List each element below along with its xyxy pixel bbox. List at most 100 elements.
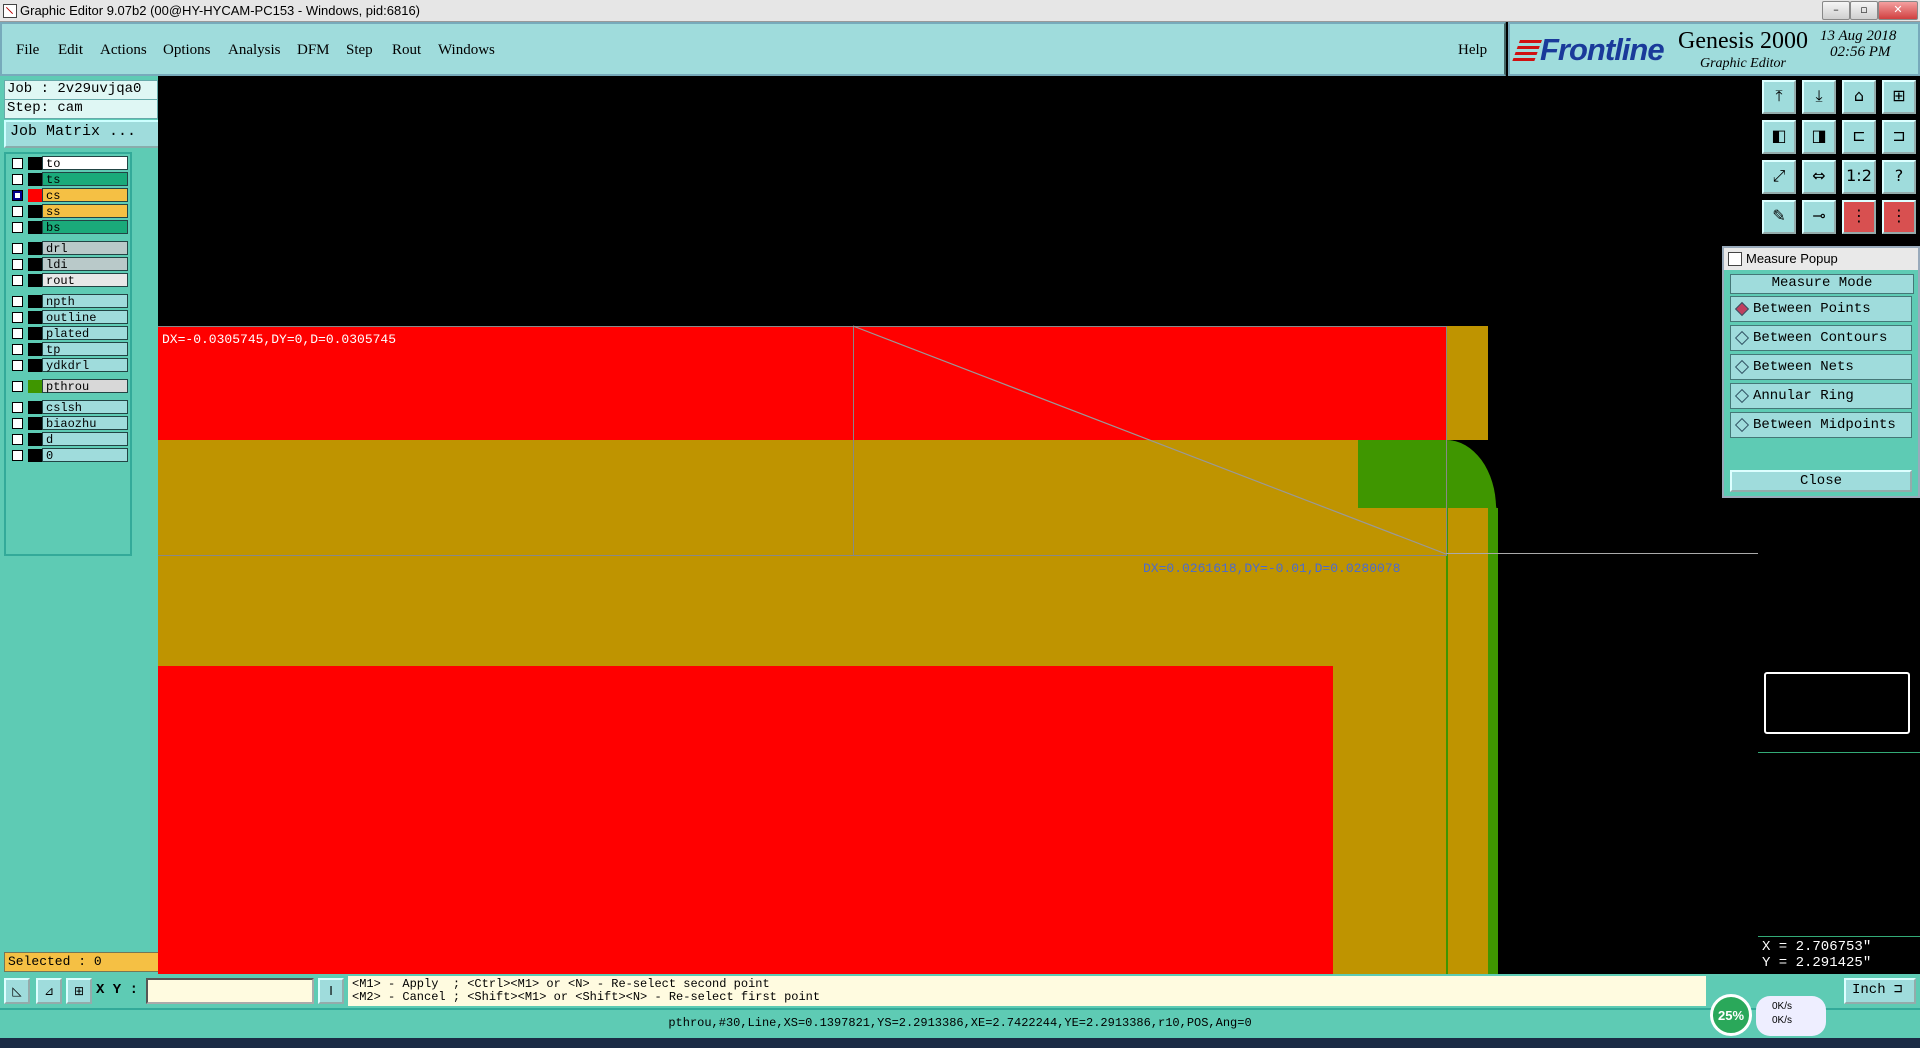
tool-button-5[interactable]: ◨ [1802, 120, 1836, 154]
layer-checkbox[interactable] [12, 296, 23, 307]
tool-button-7[interactable]: ⊐ [1882, 120, 1916, 154]
measure-option[interactable]: Annular Ring [1730, 383, 1912, 409]
measure-close-button[interactable]: Close [1730, 470, 1912, 492]
layer-row[interactable]: tp [6, 342, 130, 357]
layer-checkbox[interactable] [12, 222, 23, 233]
layer-row[interactable]: cslsh [6, 400, 130, 415]
layer-name[interactable]: ss [42, 204, 128, 219]
snap-icon[interactable]: ◺ [4, 978, 30, 1004]
radio-diamond-icon[interactable] [1734, 301, 1750, 317]
layer-name[interactable]: to [42, 156, 128, 171]
layer-row[interactable]: npth [6, 294, 130, 309]
layer-checkbox[interactable] [12, 381, 23, 392]
layer-checkbox[interactable] [12, 328, 23, 339]
job-matrix-button[interactable]: Job Matrix ... [4, 120, 162, 148]
layer-name[interactable]: ldi [42, 257, 128, 272]
layer-name[interactable]: rout [42, 273, 128, 288]
menu-windows[interactable]: Windows [438, 42, 495, 59]
text-cursor-icon[interactable]: I [318, 978, 344, 1004]
layer-checkbox[interactable] [12, 434, 23, 445]
layer-row[interactable]: pthrou [6, 379, 130, 394]
measure-option[interactable]: Between Midpoints [1730, 412, 1912, 438]
layer-name[interactable]: d [42, 432, 128, 447]
tool-button-9[interactable]: ⇔ [1802, 160, 1836, 194]
tool-button-10[interactable]: 1:2 [1842, 160, 1876, 194]
tool-button-2[interactable]: ⌂ [1842, 80, 1876, 114]
measure-option[interactable]: Between Nets [1730, 354, 1912, 380]
layer-name[interactable]: ydkdrl [42, 358, 128, 373]
layer-row[interactable]: bs [6, 220, 130, 235]
layer-checkbox[interactable] [12, 312, 23, 323]
tool-button-14[interactable]: ⋮ [1842, 200, 1876, 234]
layer-row[interactable]: biaozhu [6, 416, 130, 431]
minimize-button[interactable]: – [1822, 1, 1850, 20]
layer-checkbox[interactable] [12, 344, 23, 355]
layer-row[interactable]: 0 [6, 448, 130, 463]
layer-name[interactable]: ts [42, 172, 128, 187]
layer-checkbox[interactable] [12, 418, 23, 429]
layer-checkbox[interactable] [12, 450, 23, 461]
close-window-button[interactable]: ✕ [1878, 1, 1918, 20]
xy-input[interactable] [146, 978, 314, 1004]
layer-row[interactable]: cs [6, 188, 130, 203]
menu-options[interactable]: Options [163, 42, 211, 59]
layer-checkbox[interactable] [12, 402, 23, 413]
tool-button-15[interactable]: ⋮ [1882, 200, 1916, 234]
tool-button-1[interactable]: ⤓ [1802, 80, 1836, 114]
overview-window[interactable] [1764, 672, 1910, 734]
layer-name[interactable]: 0 [42, 448, 128, 463]
tool-button-6[interactable]: ⊏ [1842, 120, 1876, 154]
layer-name[interactable]: biaozhu [42, 416, 128, 431]
layer-name[interactable]: outline [42, 310, 128, 325]
layer-row[interactable]: drl [6, 241, 130, 256]
maximize-button[interactable]: ▫ [1850, 1, 1878, 20]
radio-diamond-icon[interactable] [1734, 359, 1750, 375]
menu-analysis[interactable]: Analysis [228, 42, 281, 59]
layer-checkbox[interactable] [12, 275, 23, 286]
layer-name[interactable]: pthrou [42, 379, 128, 394]
layer-checkbox[interactable] [12, 174, 23, 185]
layer-row[interactable]: ldi [6, 257, 130, 272]
measure-option[interactable]: Between Points [1730, 296, 1912, 322]
layer-row[interactable]: d [6, 432, 130, 447]
radio-diamond-icon[interactable] [1734, 417, 1750, 433]
layer-checkbox[interactable] [12, 259, 23, 270]
layer-row[interactable]: ts [6, 172, 130, 187]
menu-actions[interactable]: Actions [100, 42, 147, 59]
tool-button-12[interactable]: ✎ [1762, 200, 1796, 234]
layer-name[interactable]: plated [42, 326, 128, 341]
layer-name[interactable]: cs [42, 188, 128, 203]
tool-button-4[interactable]: ◧ [1762, 120, 1796, 154]
layer-name[interactable]: drl [42, 241, 128, 256]
layer-row[interactable]: plated [6, 326, 130, 341]
layer-checkbox[interactable] [12, 206, 23, 217]
menu-step[interactable]: Step [346, 42, 373, 59]
layer-name[interactable]: tp [42, 342, 128, 357]
layer-checkbox[interactable] [12, 158, 23, 169]
layer-checkbox[interactable] [12, 360, 23, 371]
tool-button-11[interactable]: ? [1882, 160, 1916, 194]
layer-checkbox[interactable] [12, 243, 23, 254]
layer-name[interactable]: cslsh [42, 400, 128, 415]
layer-checkbox[interactable] [12, 190, 23, 201]
measure-popup-header[interactable]: Measure Popup [1724, 248, 1918, 270]
layer-name[interactable]: npth [42, 294, 128, 309]
grid-icon[interactable]: ⊞ [66, 978, 92, 1004]
layer-row[interactable]: outline [6, 310, 130, 325]
measure-icon[interactable]: ⊿ [36, 978, 62, 1004]
graphic-canvas[interactable]: DX=-0.0305745,DY=0,D=0.0305745 DX=0.0261… [158, 76, 1758, 974]
menu-edit[interactable]: Edit [58, 42, 83, 59]
layer-row[interactable]: ydkdrl [6, 358, 130, 373]
layer-name[interactable]: bs [42, 220, 128, 235]
tool-button-3[interactable]: ⊞ [1882, 80, 1916, 114]
tool-button-0[interactable]: ⤒ [1762, 80, 1796, 114]
tool-button-13[interactable]: ⊸ [1802, 200, 1836, 234]
tool-button-8[interactable]: ⤢ [1762, 160, 1796, 194]
menu-dfm[interactable]: DFM [297, 42, 330, 59]
radio-diamond-icon[interactable] [1734, 388, 1750, 404]
popup-close-icon[interactable] [1728, 252, 1742, 266]
radio-diamond-icon[interactable] [1734, 330, 1750, 346]
menu-help[interactable]: Help [1458, 42, 1487, 59]
measure-option[interactable]: Between Contours [1730, 325, 1912, 351]
menu-rout[interactable]: Rout [392, 42, 421, 59]
